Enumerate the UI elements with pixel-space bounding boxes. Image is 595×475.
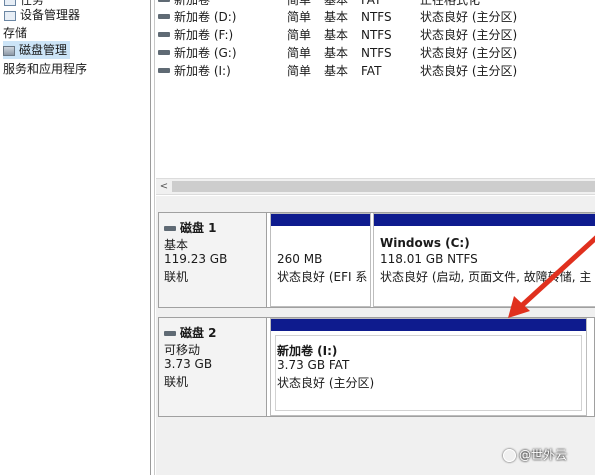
device-manager-icon <box>4 10 16 21</box>
partition-bar <box>374 214 595 226</box>
nav-item-label: 服务和应用程序 <box>3 62 88 76</box>
nav-item-device-manager[interactable]: 设备管理器 <box>4 6 80 24</box>
volume-icon <box>158 32 170 37</box>
partition-windows-c[interactable]: Windows (C:) 118.01 GB NTFS 状态良好 (启动, 页面… <box>373 213 595 307</box>
volume-icon <box>158 50 170 55</box>
disk-kind: 基本 <box>164 238 189 252</box>
disk-size: 3.73 GB <box>164 357 213 371</box>
disk-title: 磁盘 2 <box>164 324 217 341</box>
volume-filesystem: FAT <box>361 64 382 78</box>
volume-layout: 简单 <box>287 10 312 24</box>
scroll-left-button[interactable]: < <box>158 179 170 194</box>
partition-status: 状态良好 (启动, 页面文件, 故障转储, 主 <box>380 270 592 284</box>
volume-filesystem: NTFS <box>361 10 392 24</box>
partition-size: 118.01 GB NTFS <box>380 252 478 266</box>
volume-filesystem: NTFS <box>361 46 392 60</box>
disk-graphical-view: 磁盘 1 基本 119.23 GB 联机 260 MB 状态良好 (EFI 系 … <box>156 196 595 475</box>
partition-new-volume-i[interactable]: 新加卷 (I:) 3.73 GB FAT 状态良好 (主分区) <box>270 318 587 416</box>
disk-info-panel[interactable]: 磁盘 1 基本 119.23 GB 联机 <box>159 213 267 307</box>
disk-info-panel[interactable]: 磁盘 2 可移动 3.73 GB 联机 <box>159 318 267 416</box>
partition-status: 状态良好 (主分区) <box>277 376 375 390</box>
navigation-tree: 任务 设备管理器 存储 磁盘管理 服务和应用程序 <box>0 0 150 475</box>
volume-status: 状态良好 (主分区) <box>420 46 518 60</box>
disk-title: 磁盘 1 <box>164 219 217 236</box>
watermark-text: @世外云 <box>519 448 568 462</box>
horizontal-scrollbar[interactable]: < <box>156 178 595 195</box>
disk-icon <box>164 226 176 231</box>
disk-title-text: 磁盘 1 <box>180 221 217 235</box>
pane-divider-inner <box>154 0 155 475</box>
disk-size: 119.23 GB <box>164 252 228 266</box>
partition-status: 状态良好 (EFI 系 <box>277 270 368 284</box>
disk-row-1: 磁盘 1 基本 119.23 GB 联机 260 MB 状态良好 (EFI 系 … <box>158 212 595 308</box>
partition-name: Windows (C:) <box>380 236 470 250</box>
nav-item-storage[interactable]: 存储 <box>3 24 27 42</box>
volume-type: 基本 <box>324 46 349 60</box>
volume-list: 新加卷 简单 基本 FAT 正在格式化 新加卷 (D:) 简单 基本 NTFS … <box>156 0 595 178</box>
volume-icon <box>158 68 170 73</box>
volume-name: 新加卷 (D:) <box>174 10 237 24</box>
volume-name: 新加卷 (I:) <box>174 64 231 78</box>
volume-row[interactable]: 新加卷 (I:) 简单 基本 FAT 状态良好 (主分区) <box>156 62 595 80</box>
volume-filesystem: NTFS <box>361 28 392 42</box>
volume-row[interactable]: 新加卷 (D:) 简单 基本 NTFS 状态良好 (主分区) <box>156 8 595 26</box>
partition-bar <box>271 214 370 226</box>
task-icon <box>4 0 16 6</box>
volume-type: 基本 <box>324 28 349 42</box>
partition-size: 260 MB <box>277 252 323 266</box>
volume-row[interactable]: 新加卷 (F:) 简单 基本 NTFS 状态良好 (主分区) <box>156 26 595 44</box>
nav-item-label: 磁盘管理 <box>19 43 68 57</box>
nav-item-services-apps[interactable]: 服务和应用程序 <box>3 60 87 78</box>
pane-divider[interactable] <box>150 0 151 475</box>
volume-type: 基本 <box>324 10 349 24</box>
volume-name: 新加卷 (F:) <box>174 28 234 42</box>
volume-icon <box>158 14 170 19</box>
disk-state: 联机 <box>164 270 189 284</box>
partition-efi[interactable]: 260 MB 状态良好 (EFI 系 <box>270 213 371 307</box>
volume-icon <box>158 0 170 2</box>
volume-status: 状态良好 (主分区) <box>420 28 518 42</box>
volume-layout: 简单 <box>287 28 312 42</box>
disk-management-icon <box>3 45 15 56</box>
volume-type: 基本 <box>324 64 349 78</box>
disk-icon <box>164 331 176 336</box>
nav-item-disk-management[interactable]: 磁盘管理 <box>3 41 71 59</box>
disk-state: 联机 <box>164 375 189 389</box>
volume-status: 状态良好 (主分区) <box>420 10 518 24</box>
volume-layout: 简单 <box>287 64 312 78</box>
partition-size: 3.73 GB FAT <box>277 358 350 372</box>
watermark: @世外云 <box>503 446 567 464</box>
disk-kind: 可移动 <box>164 343 201 357</box>
nav-item-label: 设备管理器 <box>20 8 81 22</box>
volume-layout: 简单 <box>287 46 312 60</box>
volume-status: 状态良好 (主分区) <box>420 64 518 78</box>
nav-item-label: 存储 <box>3 26 28 40</box>
disk-row-2: 磁盘 2 可移动 3.73 GB 联机 新加卷 (I:) 3.73 GB FAT… <box>158 317 595 417</box>
volume-row[interactable]: 新加卷 (G:) 简单 基本 NTFS 状态良好 (主分区) <box>156 44 595 62</box>
disk-title-text: 磁盘 2 <box>180 326 217 340</box>
watermark-logo-icon <box>503 449 516 462</box>
partition-name: 新加卷 (I:) <box>277 344 338 358</box>
scrollbar-thumb[interactable] <box>172 181 595 192</box>
partition-bar <box>271 319 586 331</box>
volume-name: 新加卷 (G:) <box>174 46 237 60</box>
